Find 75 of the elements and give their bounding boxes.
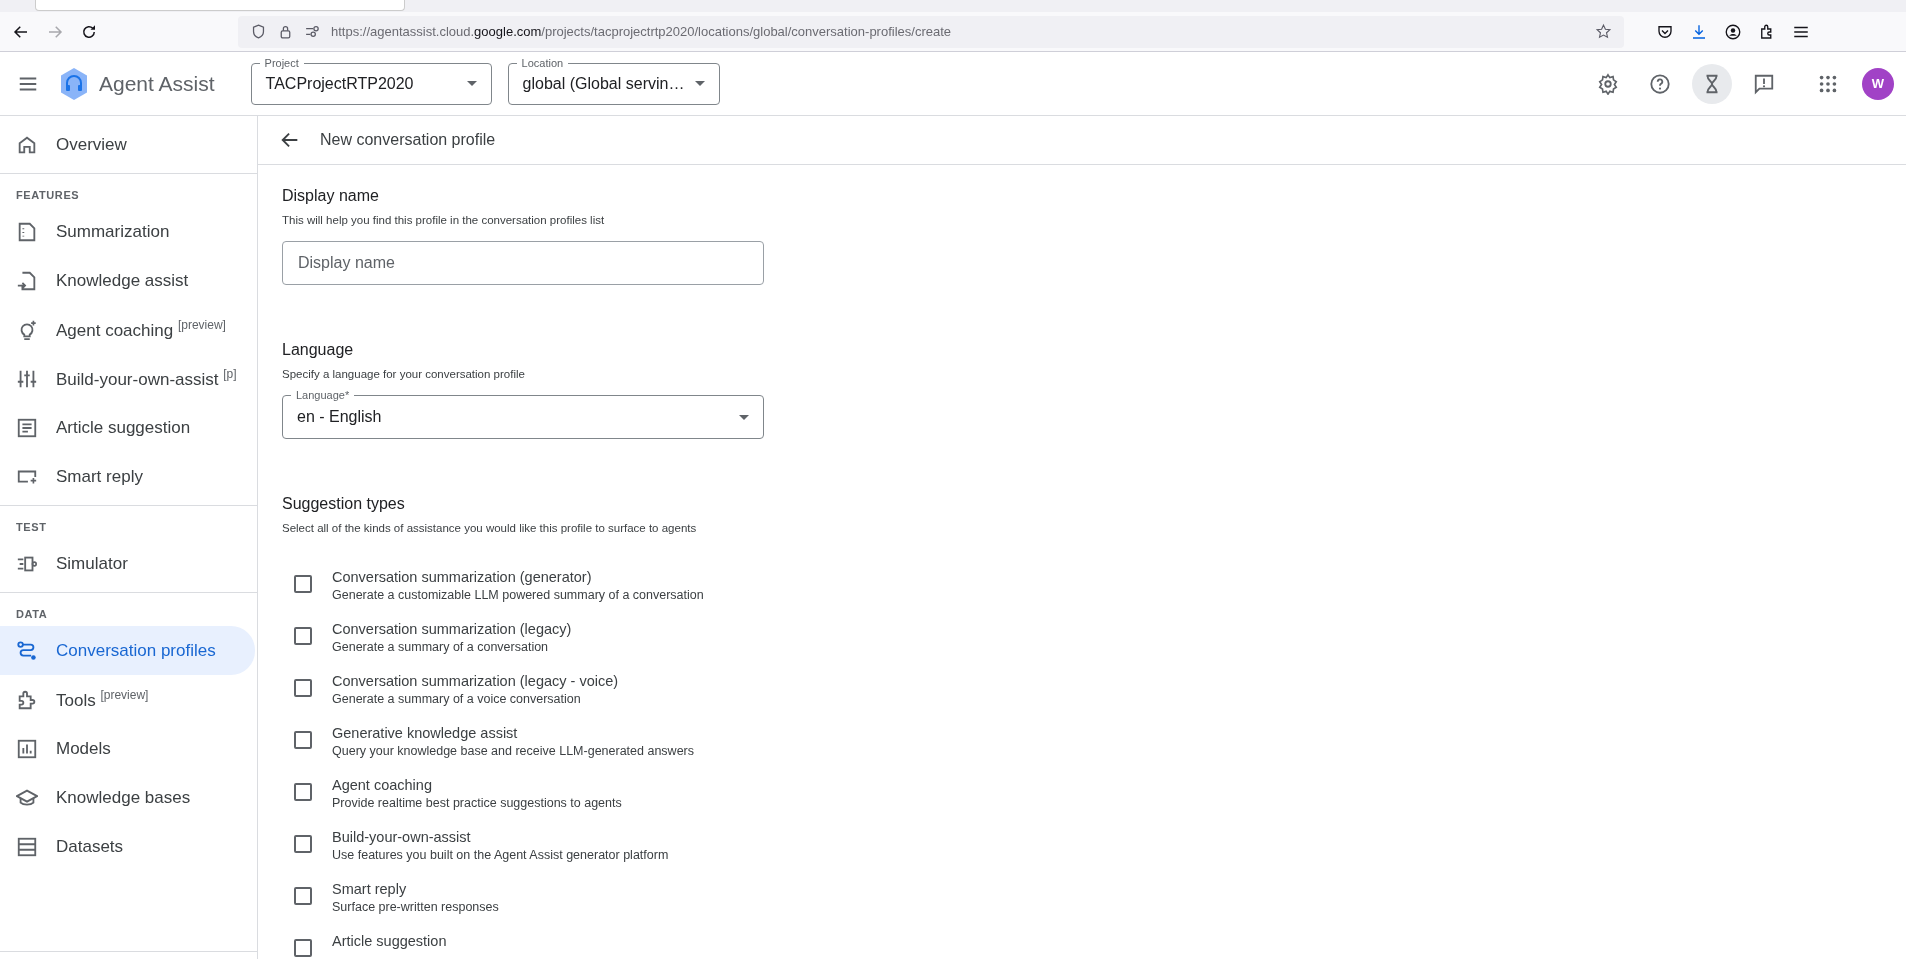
option-description: Generate a summary of a voice conversation (332, 692, 582, 706)
sidebar-item[interactable]: Smart reply (0, 452, 255, 501)
hourglass-button[interactable] (1692, 63, 1732, 104)
sidebar-item[interactable]: Agent coaching $^{[preview]}$ (0, 305, 255, 354)
checkbox[interactable] (294, 575, 312, 593)
section-heading: TEST (15, 520, 48, 535)
sidebar-item[interactable]: Simulator (0, 539, 255, 588)
section-heading: FEATURES (15, 188, 81, 203)
headset-logo-icon (59, 66, 89, 101)
document-icon (16, 220, 38, 243)
section-description: Specify a language for your conversation profile (282, 368, 526, 380)
option-title: Conversation summarization (legacy - voice) (332, 673, 619, 689)
sidebar-item[interactable]: Conversation profiles (0, 626, 255, 675)
option-title: Agent coaching (332, 777, 433, 793)
checkbox[interactable] (294, 679, 312, 697)
route-icon (16, 639, 38, 662)
star-icon[interactable] (1595, 23, 1612, 40)
checkbox[interactable] (294, 783, 312, 801)
sidebar-item[interactable]: Knowledge assist (0, 256, 255, 305)
option-description: Surface pre-written responses (332, 900, 499, 914)
avatar[interactable]: W (1862, 67, 1894, 100)
account-icon (1724, 22, 1742, 41)
help-icon (1649, 72, 1671, 95)
section-heading: Display name (282, 187, 380, 205)
url-text[interactable]: https://agentassist.cloud.google.com/projects/tacprojectrtp2020/locations/global/conversation-profiles/create (331, 24, 952, 39)
section-heading: Suggestion types (282, 495, 406, 513)
document-arrow-icon (16, 269, 38, 292)
option-title: Smart reply (332, 881, 408, 897)
page-title: New conversation profile (320, 131, 496, 149)
option-description: Generate a summary of a conversation (332, 640, 550, 654)
sidebar-item[interactable]: Models (0, 724, 255, 773)
option-description: Provide realtime best practice suggestions to agents (332, 796, 622, 810)
select-value: global (Global servin… (522, 74, 686, 93)
sidebar-item[interactable]: Article suggestion (0, 403, 255, 452)
shield-icon (250, 23, 267, 40)
sidebar-item[interactable]: Tools $^{[preview]}$ (0, 675, 255, 724)
article-icon (16, 416, 38, 439)
option-description: Use features you built on the Agent Assist generator platform (332, 848, 669, 862)
list-icon (16, 835, 38, 858)
caret-icon (739, 414, 749, 420)
feedback-icon (1753, 72, 1775, 95)
section-heading: Language (282, 341, 355, 359)
option-title: Article suggestion (332, 933, 447, 949)
puzzle-icon (16, 688, 38, 711)
checkbox[interactable] (294, 835, 312, 853)
caret-icon (466, 81, 477, 86)
checkbox[interactable] (294, 887, 312, 905)
section-description: This will help you find this profile in the conversation profiles list (282, 214, 606, 226)
option-description: Generate a customizable LLM powered summary of a conversation (332, 588, 704, 602)
sidebar-item[interactable]: Summarization (0, 207, 255, 256)
display-name-field[interactable]: Display name (282, 241, 764, 285)
checkbox[interactable] (294, 731, 312, 749)
select-value: en - English (297, 408, 383, 426)
sidebar-item[interactable]: Build-your-own-assist $^{[p]}$ (0, 354, 255, 403)
section-description: Select all of the kinds of assistance you would like this profile to surface to agents (282, 522, 698, 534)
checkbox[interactable] (294, 627, 312, 645)
sidebar-item[interactable]: Knowledge bases (0, 773, 255, 822)
option-title: Build-your-own-assist (332, 829, 472, 845)
section-heading: DATA (15, 607, 49, 622)
address-bar[interactable]: https://agentassist.cloud.google.com/projects/tacprojectrtp2020/locations/global/conversation-profiles/create (238, 15, 1624, 48)
settings-icon (1597, 72, 1619, 95)
sidebar-item[interactable]: Overview (0, 120, 255, 169)
option-title: Conversation summarization (legacy) (332, 621, 572, 637)
caret-icon (694, 81, 705, 86)
option-title: Generative knowledge assist (332, 725, 519, 741)
option-title: Conversation summarization (generator) (332, 569, 593, 585)
checkbox[interactable] (294, 939, 312, 957)
option-description: Query your knowledge base and receive LLM-generated answers (332, 744, 694, 758)
download-icon (1690, 22, 1708, 41)
field-label: Language* (291, 388, 355, 402)
sliders-icon (304, 23, 321, 40)
app-title: Agent Assist (99, 71, 215, 96)
bar-chart-icon (16, 737, 38, 760)
select-value: TACProjectRTP2020 (265, 74, 415, 93)
sidebar-item[interactable]: Datasets (0, 822, 255, 871)
